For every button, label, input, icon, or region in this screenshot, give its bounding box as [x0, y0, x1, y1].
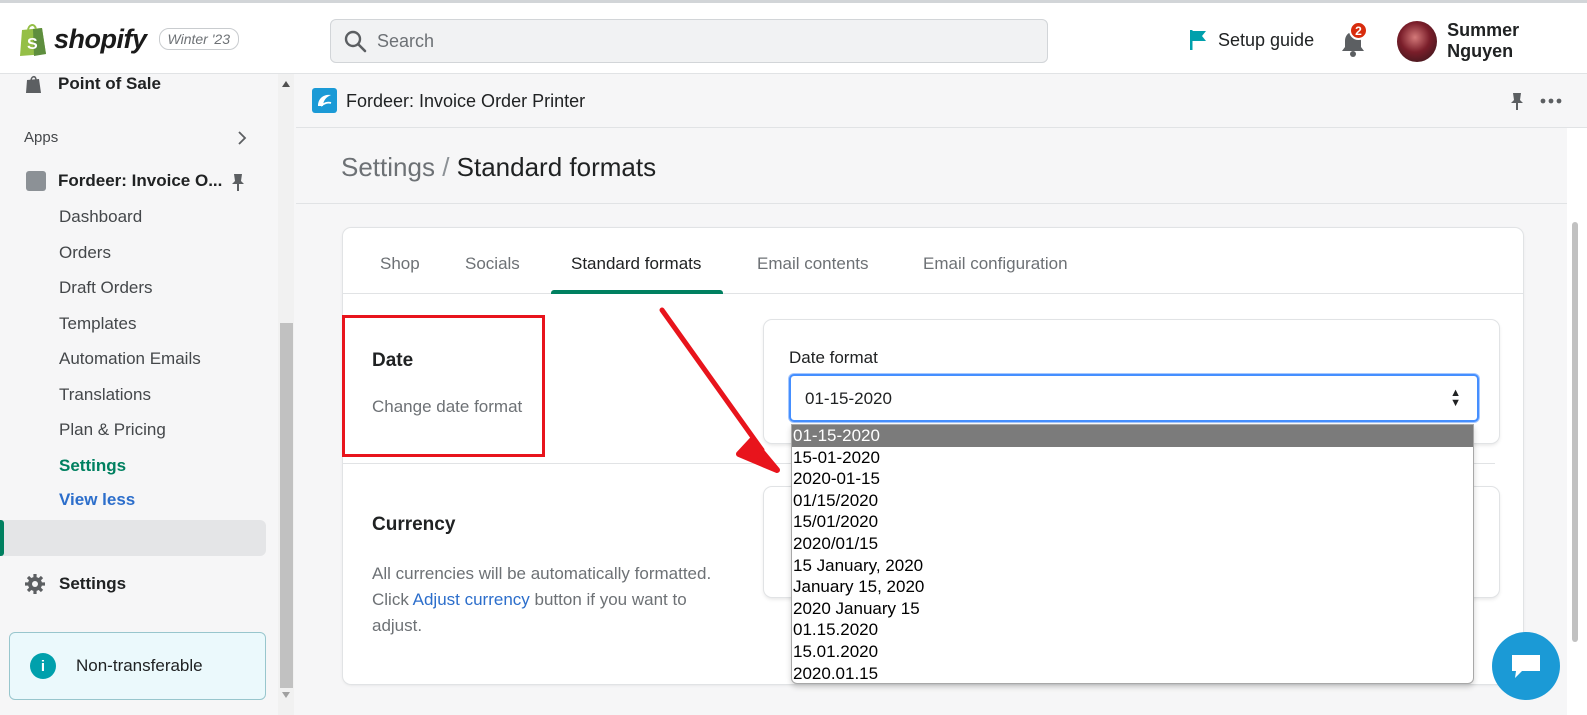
date-format-selected-value: 01-15-2020: [805, 389, 892, 408]
scroll-up-arrow-icon[interactable]: [281, 80, 291, 88]
sidebar-item-plan-pricing[interactable]: Plan & Pricing: [59, 420, 166, 440]
scroll-down-arrow-icon[interactable]: [281, 691, 291, 699]
notification-badge: 2: [1349, 21, 1368, 40]
app-title-bar: Fordeer: Invoice Order Printer: [296, 74, 1587, 128]
sidebar-item-dashboard[interactable]: Dashboard: [59, 207, 142, 227]
tab-bar: Shop Socials Standard formats Email cont…: [343, 228, 1523, 294]
edition-badge: Winter '23: [158, 28, 239, 50]
select-arrows-icon: ▲ ▼: [1450, 387, 1461, 409]
active-item-indicator: [0, 520, 4, 556]
dropdown-option[interactable]: 01-15-2020: [792, 425, 1473, 447]
currency-section-title: Currency: [372, 514, 456, 535]
search-bar[interactable]: [330, 19, 1048, 63]
shopify-logo[interactable]: S shopify Winter '23: [18, 21, 239, 57]
sidebar-item-automation-emails[interactable]: Automation Emails: [59, 349, 201, 369]
app-logo-icon: [312, 88, 337, 113]
view-less-link[interactable]: View less: [59, 490, 135, 510]
non-transferable-banner: i Non-transferable: [9, 632, 266, 700]
tab-email-configuration[interactable]: Email configuration: [923, 254, 1068, 274]
page-scroll-thumb[interactable]: [1572, 222, 1578, 642]
dropdown-option[interactable]: 15/01/2020: [792, 511, 1473, 533]
sidebar-item-translations[interactable]: Translations: [59, 385, 151, 405]
sidebar-item-templates[interactable]: Templates: [59, 314, 136, 334]
gear-icon: [25, 574, 45, 594]
brand-name: shopify: [54, 23, 147, 54]
app-name-label: Fordeer: Invoice O...: [58, 171, 223, 190]
settings-label: Settings: [59, 574, 127, 593]
dropdown-option[interactable]: 2020/01/15: [792, 533, 1473, 555]
shopify-bag-icon: S: [20, 24, 46, 56]
breadcrumb: Settings / Standard formats: [341, 152, 656, 183]
tab-email-contents[interactable]: Email contents: [757, 254, 869, 274]
dropdown-option[interactable]: January 15, 2020: [792, 576, 1473, 598]
dropdown-option[interactable]: 2020 January 15: [792, 598, 1473, 620]
sidebar-item-settings-active[interactable]: Settings: [59, 456, 126, 476]
dropdown-option[interactable]: 2020.01.15: [792, 663, 1473, 683]
avatar: [1397, 20, 1438, 62]
apps-section-header[interactable]: Apps: [24, 129, 58, 146]
user-name: Summer Nguyen: [1447, 20, 1520, 61]
dropdown-option[interactable]: 01/15/2020: [792, 490, 1473, 512]
flag-icon: [1190, 30, 1206, 50]
tab-standard-formats[interactable]: Standard formats: [571, 254, 701, 274]
tab-socials[interactable]: Socials: [465, 254, 520, 274]
dropdown-option[interactable]: 15.01.2020: [792, 641, 1473, 663]
top-bar: S shopify Winter '23 Setup guide 2 Summe…: [0, 0, 1587, 74]
dropdown-option[interactable]: 2020-01-15: [792, 468, 1473, 490]
sidebar-item-app[interactable]: Fordeer: Invoice O...: [26, 171, 222, 191]
setup-guide-button[interactable]: Setup guide: [1188, 29, 1314, 51]
page-title: Standard formats: [456, 152, 657, 182]
more-actions-icon[interactable]: [1540, 98, 1562, 104]
annotation-highlight-box: [342, 315, 545, 457]
pin-icon[interactable]: [1510, 91, 1524, 111]
active-tab-indicator: [551, 290, 723, 294]
date-format-dropdown[interactable]: 01-15-2020 15-01-2020 2020-01-15 01/15/2…: [791, 424, 1474, 684]
info-icon: i: [30, 653, 56, 679]
sidebar-item-settings[interactable]: Settings: [24, 573, 126, 595]
chevron-right-icon[interactable]: [236, 130, 248, 146]
tab-shop[interactable]: Shop: [380, 254, 420, 274]
breadcrumb-parent[interactable]: Settings: [341, 152, 435, 182]
search-icon: [344, 30, 367, 53]
search-input[interactable]: [377, 30, 977, 52]
app-logo-icon: [26, 171, 46, 191]
dropdown-option[interactable]: 15-01-2020: [792, 447, 1473, 469]
setup-guide-label: Setup guide: [1218, 29, 1315, 50]
active-item-background: [0, 520, 266, 556]
page-header: Settings / Standard formats: [296, 128, 1567, 204]
sidebar-item-label: Point of Sale: [58, 74, 161, 93]
breadcrumb-separator: /: [442, 152, 450, 182]
date-format-select[interactable]: 01-15-2020 ▲ ▼: [789, 374, 1479, 422]
dropdown-option[interactable]: 15 January, 2020: [792, 555, 1473, 577]
non-transferable-label: Non-transferable: [76, 656, 203, 675]
sidebar: Point of Sale Apps Fordeer: Invoice O...…: [0, 74, 278, 715]
sidebar-item-draft-orders[interactable]: Draft Orders: [59, 278, 153, 298]
chat-bubble-icon: [1512, 655, 1540, 678]
currency-section-description: All currencies will be automatically for…: [372, 561, 712, 639]
svg-text:S: S: [27, 36, 38, 53]
user-menu[interactable]: Summer Nguyen: [1397, 20, 1587, 62]
sidebar-item-orders[interactable]: Orders: [59, 243, 111, 263]
sidebar-scroll-thumb[interactable]: [280, 323, 293, 688]
date-format-label: Date format: [789, 348, 878, 367]
dropdown-option[interactable]: 01.15.2020: [792, 619, 1473, 641]
app-title: Fordeer: Invoice Order Printer: [346, 91, 586, 111]
sidebar-item-point-of-sale[interactable]: Point of Sale: [24, 74, 161, 94]
adjust-currency-link[interactable]: Adjust currency: [413, 590, 530, 609]
chat-button[interactable]: [1492, 632, 1560, 700]
pin-icon[interactable]: [230, 172, 246, 192]
pos-bag-icon: [26, 75, 41, 93]
